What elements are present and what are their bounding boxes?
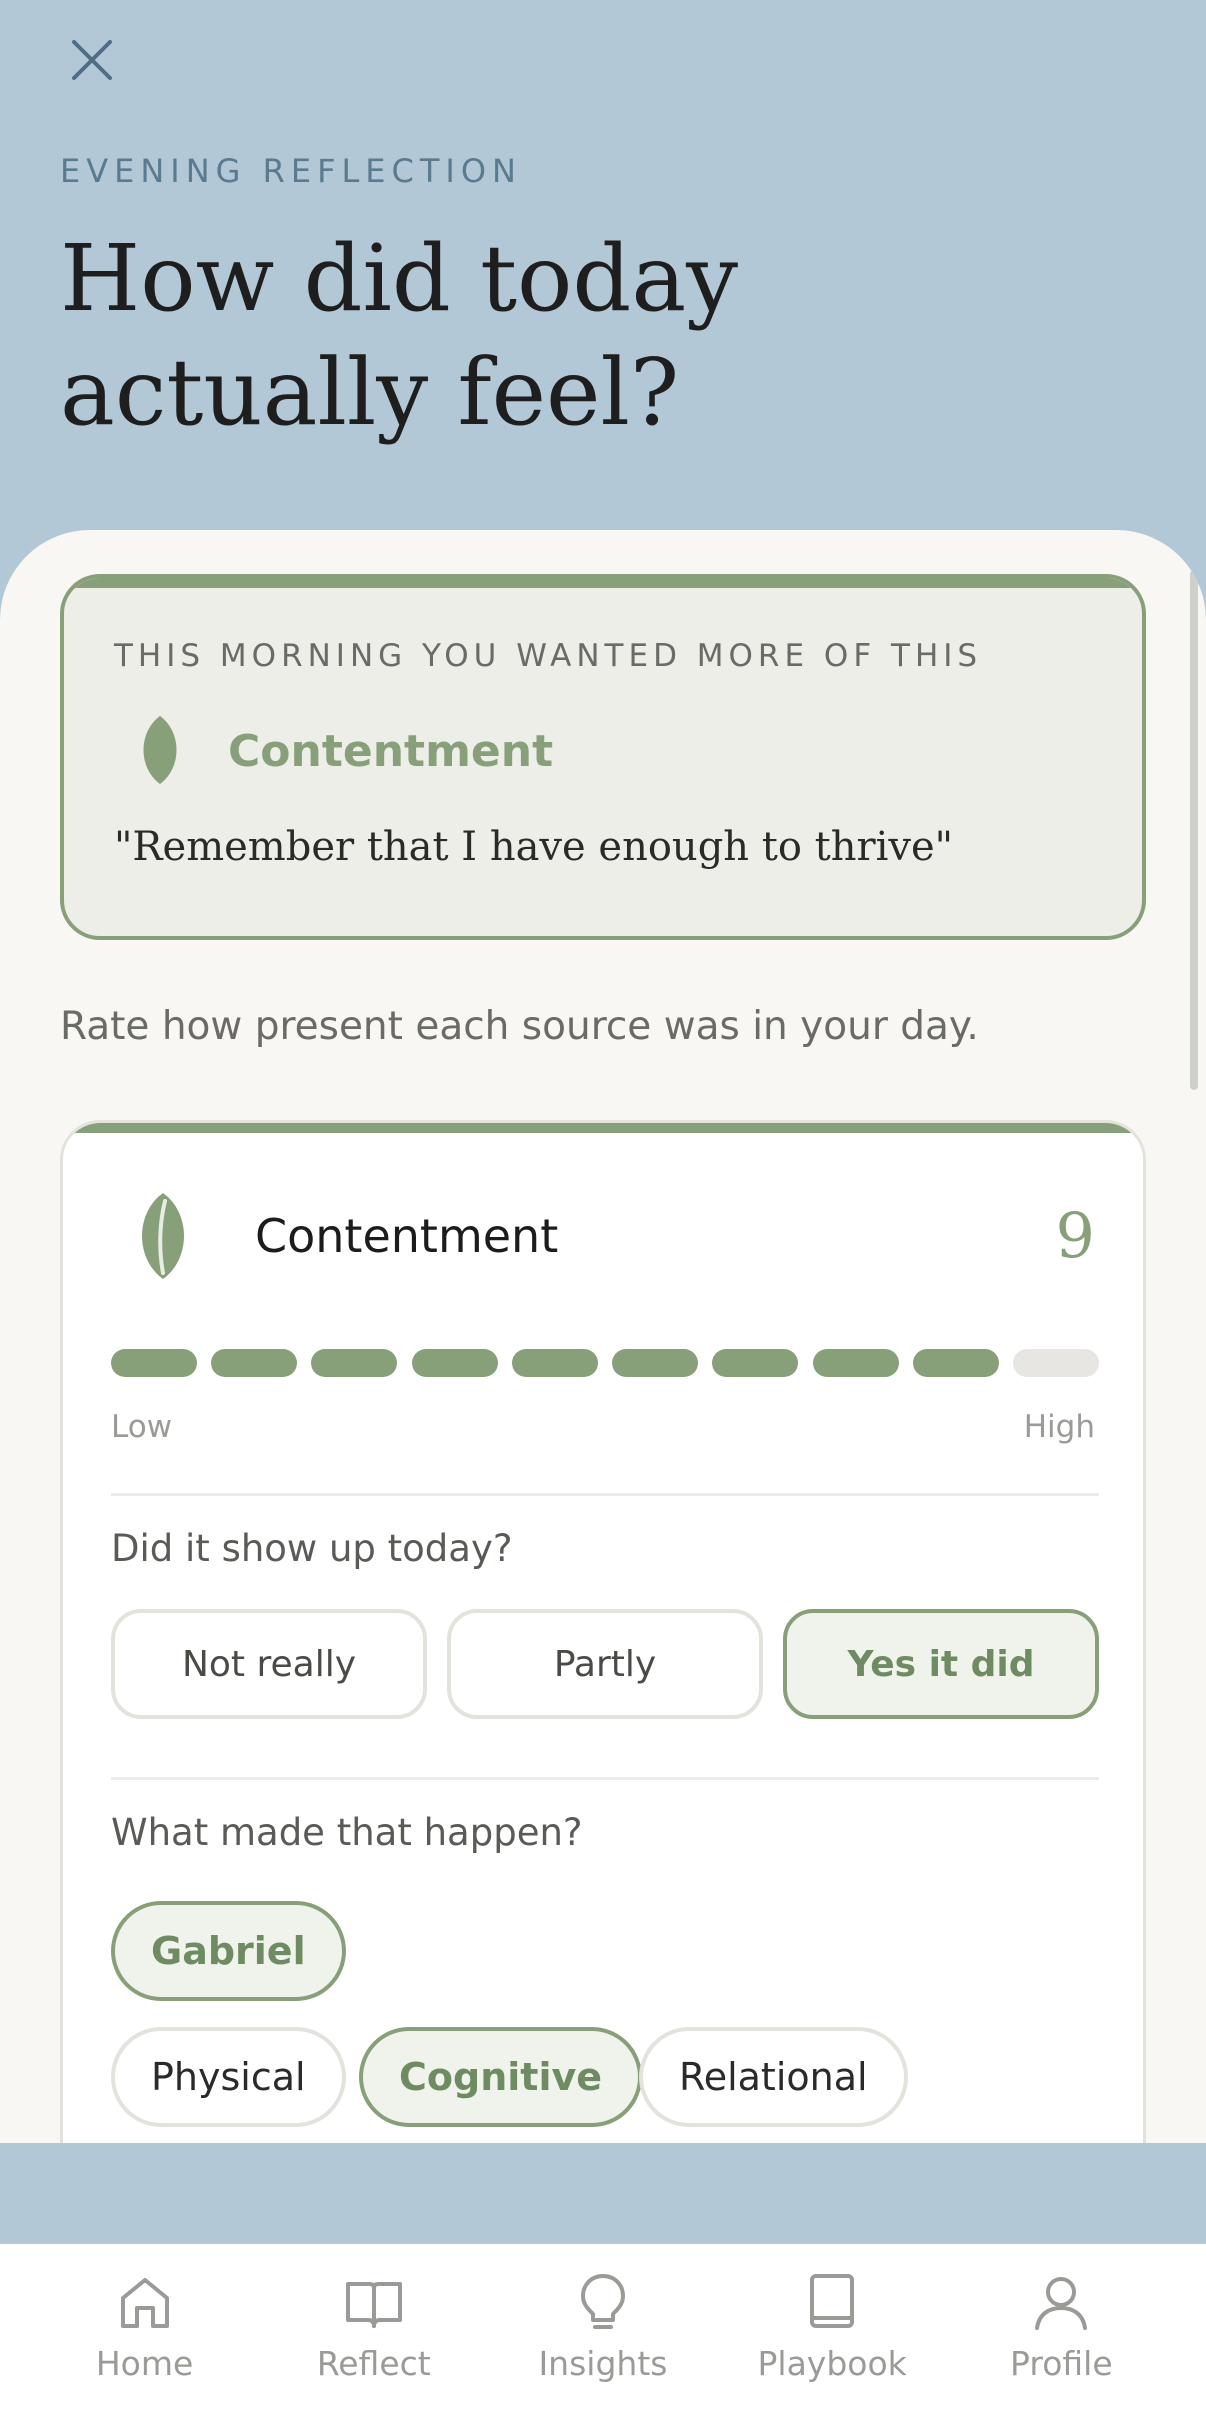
tab-profile[interactable]: Profile — [961, 2244, 1161, 2436]
choice-not-really[interactable]: Not really — [111, 1609, 427, 1719]
chip-cognitive[interactable]: Cognitive — [359, 2027, 643, 2127]
scale-high-label: High — [1023, 1409, 1095, 1445]
presence-choices: Not really Partly Yes it did — [111, 1609, 1099, 1719]
leaf-icon — [143, 716, 177, 784]
tab-playbook[interactable]: Playbook — [732, 2244, 932, 2436]
source-rating-card: Contentment 9 Low High Did it show up to… — [60, 1120, 1146, 2143]
rating-segment-4[interactable] — [411, 1349, 498, 1377]
rating-scale[interactable] — [111, 1349, 1099, 1377]
close-button[interactable] — [60, 28, 124, 92]
morning-intention-card: THIS MORNING YOU WANTED MORE OF THIS Con… — [60, 574, 1146, 940]
question-show-up: Did it show up today? — [111, 1527, 513, 1570]
intention-name: Contentment — [228, 726, 554, 777]
rating-segment-5[interactable] — [511, 1349, 598, 1377]
home-icon — [120, 2278, 169, 2328]
tab-reflect[interactable]: Reflect — [274, 2244, 474, 2436]
tab-label: Reflect — [316, 2344, 431, 2383]
tab-label: Profile — [1010, 2344, 1113, 2383]
tab-bar: Home Reflect Insights Playbook Profile — [0, 2244, 1206, 2436]
chip-physical[interactable]: Physical — [111, 2027, 346, 2127]
tab-label: Insights — [538, 2344, 668, 2383]
question-what-made-happen: What made that happen? — [111, 1811, 583, 1854]
rating-segment-2[interactable] — [211, 1349, 298, 1377]
rating-segment-8[interactable] — [812, 1349, 899, 1377]
book-open-icon — [345, 2282, 402, 2328]
chip-gabriel[interactable]: Gabriel — [111, 1901, 346, 2001]
source-name: Contentment — [255, 1209, 559, 1263]
divider — [111, 1777, 1099, 1780]
rating-segment-7[interactable] — [712, 1349, 799, 1377]
source-score: 9 — [1055, 1199, 1095, 1272]
rating-segment-10[interactable] — [1012, 1349, 1099, 1377]
intention-label: THIS MORNING YOU WANTED MORE OF THIS — [114, 638, 983, 674]
tab-home[interactable]: Home — [45, 2244, 245, 2436]
rating-segment-1[interactable] — [111, 1349, 197, 1377]
close-icon — [72, 40, 112, 80]
scrollbar[interactable] — [1190, 570, 1198, 1090]
user-icon — [1035, 2277, 1088, 2330]
choice-partly[interactable]: Partly — [447, 1609, 763, 1719]
section-eyebrow: EVENING REFLECTION — [60, 152, 522, 190]
tab-label: Home — [95, 2344, 194, 2383]
intention-quote: "Remember that I have enough to thrive" — [114, 824, 954, 870]
chip-relational[interactable]: Relational — [639, 2027, 908, 2127]
choice-yes-it-did[interactable]: Yes it did — [783, 1609, 1099, 1719]
notebook-icon — [810, 2274, 855, 2328]
rating-segment-6[interactable] — [612, 1349, 699, 1377]
leaf-icon — [142, 1193, 184, 1279]
tab-insights[interactable]: Insights — [503, 2244, 703, 2436]
rating-segment-3[interactable] — [311, 1349, 398, 1377]
lightbulb-icon — [580, 2274, 625, 2329]
rating-segment-9[interactable] — [912, 1349, 999, 1377]
divider — [111, 1493, 1099, 1496]
instructions-text: Rate how present each source was in your… — [60, 1004, 979, 1049]
scale-low-label: Low — [111, 1409, 173, 1445]
page-title: How did today actually feel? — [60, 225, 739, 446]
reflection-sheet[interactable]: THIS MORNING YOU WANTED MORE OF THIS Con… — [0, 530, 1206, 2143]
tab-label: Playbook — [757, 2344, 907, 2383]
